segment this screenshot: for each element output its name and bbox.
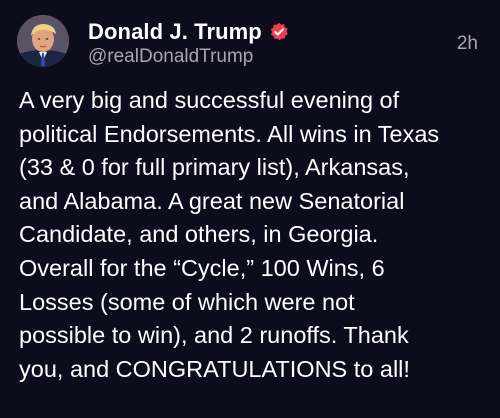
- post-body-line: political Endorsements. All wins in Texa…: [19, 120, 440, 147]
- post-body-line: Overall for the “Cycle,” 100 Wins, 6: [19, 254, 385, 281]
- post-timestamp[interactable]: 2h: [457, 33, 478, 55]
- display-name[interactable]: Donald J. Trump: [88, 19, 262, 45]
- post-body-line: Losses (some of which were not: [19, 288, 355, 315]
- avatar-portrait-icon: [17, 15, 69, 67]
- avatar[interactable]: [17, 15, 69, 67]
- post-body-line: and Alabama. A great new Senatorial: [19, 187, 405, 214]
- post-body-line: (33 & 0 for full primary list), Arkansas…: [19, 154, 410, 181]
- post-body: A very big and successful evening of pol…: [19, 84, 489, 386]
- verified-badge-icon: [269, 22, 289, 42]
- post-card: Donald J. Trump @realDonaldTrump 2h A ve…: [0, 0, 500, 418]
- post-body-line: Candidate, and others, in Georgia.: [19, 221, 379, 248]
- post-body-line: you, and CONGRATULATIONS to all!: [19, 355, 410, 382]
- author-row: Donald J. Trump: [88, 17, 289, 47]
- author-handle[interactable]: @realDonaldTrump: [88, 46, 253, 68]
- post-body-line: A very big and successful evening of: [19, 87, 400, 113]
- post-body-line: possible to win), and 2 runoffs. Thank: [19, 322, 409, 349]
